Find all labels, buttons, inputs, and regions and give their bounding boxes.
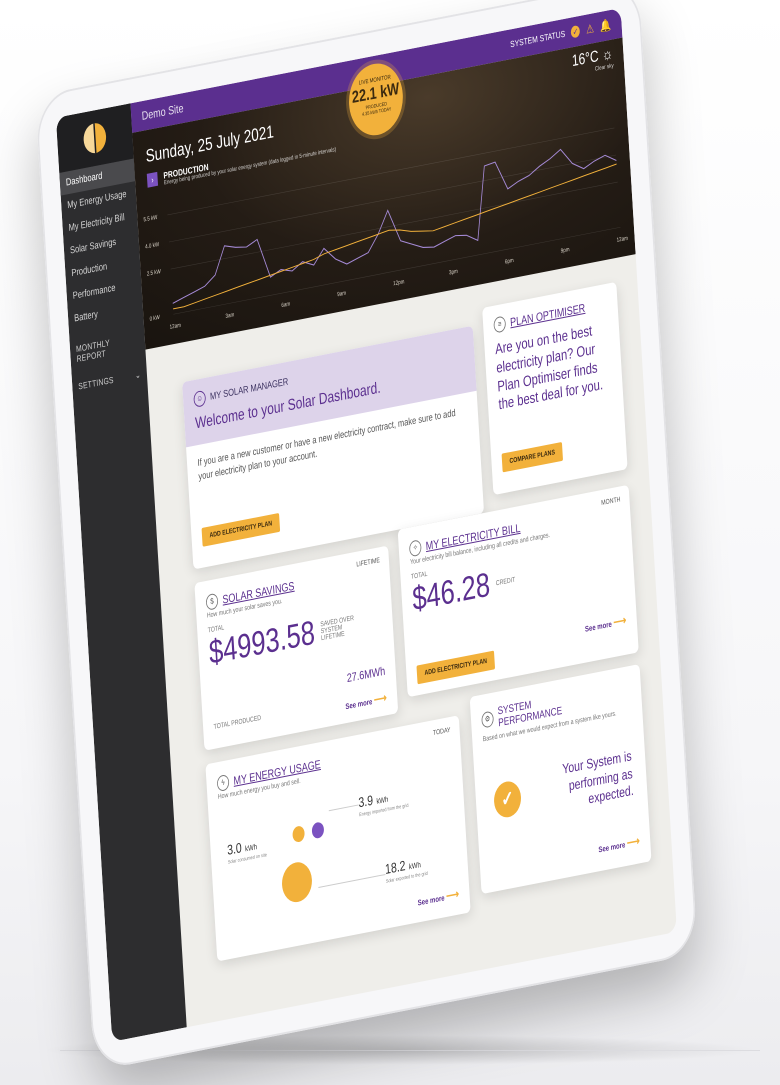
- bill-add-electricity-plan-button[interactable]: ADD ELECTRICITY PLAN: [416, 650, 495, 685]
- settings-label: SETTINGS: [78, 374, 114, 392]
- add-electricity-plan-button[interactable]: ADD ELECTRICITY PLAN: [201, 512, 281, 547]
- electricity-bill-credit: CREDIT: [495, 576, 516, 588]
- grid-export-unit: kWh: [408, 860, 422, 872]
- chart-x-tick: 9am: [337, 290, 347, 299]
- arrow-right-icon: ⟶: [626, 833, 641, 850]
- weather-icon: ☼: [601, 45, 614, 65]
- site-name[interactable]: Demo Site: [141, 101, 184, 123]
- grid-import-unit: kWh: [376, 794, 389, 806]
- solar-consumed-unit: kWh: [244, 842, 258, 854]
- chart-x-tick: 12am: [617, 235, 629, 244]
- chart-x-tick: 3pm: [449, 268, 459, 277]
- electricity-bill-see-more[interactable]: See more ⟶: [585, 613, 627, 635]
- electricity-bill-see-more-label: See more: [584, 619, 613, 634]
- warning-icon[interactable]: ⚠: [586, 21, 595, 36]
- grid-export-value: 18.2: [384, 857, 406, 877]
- energy-usage-see-more[interactable]: See more ⟶: [417, 887, 459, 909]
- performance-message: Your System is performing as expected.: [561, 747, 635, 807]
- solar-consumed-bubble: [292, 825, 306, 844]
- product-scene: Dashboard My Energy Usage My Electricity…: [0, 0, 780, 1085]
- system-status-label: SYSTEM STATUS: [509, 28, 566, 50]
- arrow-right-icon: ⟶: [445, 886, 460, 903]
- solar-savings-see-more-label: See more: [345, 697, 373, 712]
- import-connector: [328, 804, 359, 812]
- grid-export-bubble: [280, 859, 314, 905]
- weather-widget: 16°C ☼ Clear sky: [571, 45, 613, 77]
- plan-optimiser-card: ≡ PLAN OPTIMISER Are you on the best ele…: [482, 281, 628, 496]
- sun-logo-icon: [82, 121, 107, 156]
- grid-import-bubble: [311, 821, 325, 840]
- system-performance-card: ⚙ SYSTEM PERFORMANCE Based on what we wo…: [469, 664, 652, 895]
- plan-optimiser-icon: ≡: [493, 315, 507, 334]
- arrow-right-icon: ⟶: [373, 690, 388, 707]
- chart-x-tick: 9pm: [561, 247, 571, 256]
- solar-manager-avatar-icon: ☺: [193, 389, 207, 408]
- dashboard-screen: Dashboard My Energy Usage My Electricity…: [55, 7, 677, 1042]
- energy-icon: ϟ: [216, 773, 230, 793]
- chart-x-tick: 3am: [225, 312, 235, 321]
- energy-usage-card: TODAY ϟ MY ENERGY USAGE How much energy …: [205, 715, 471, 962]
- chart-x-tick: 6am: [281, 301, 291, 310]
- tablet: Dashboard My Energy Usage My Electricity…: [35, 0, 698, 1072]
- dashboard-cards: ☺ MY SOLAR MANAGER Welcome to your Solar …: [145, 254, 676, 1027]
- grid-import-value: 3.9: [357, 791, 374, 811]
- bell-icon[interactable]: 🔔: [600, 18, 612, 34]
- chart-x-tick: 6pm: [505, 257, 515, 266]
- solar-consumed-stat: 3.0 kWh Solar consumed on site: [226, 835, 267, 865]
- performance-check-icon: ✓: [493, 779, 523, 820]
- production-icon: ›: [146, 171, 159, 188]
- chart-y-tick: 2.5 kW: [147, 269, 161, 278]
- chevron-down-icon: ⌄: [134, 369, 142, 381]
- system-performance-see-more[interactable]: See more ⟶: [598, 834, 640, 856]
- solar-savings-card: LIFETIME $ SOLAR SAVINGS How much your s…: [194, 545, 399, 751]
- status-check-icon: ✓: [570, 24, 581, 39]
- chart-y-tick: 4.0 kW: [145, 241, 159, 250]
- main-content: Demo Site SYSTEM STATUS ✓ ⚠ 🔔 LIVE MONIT…: [130, 7, 676, 1027]
- chart-x-tick: 12pm: [393, 279, 405, 288]
- arrow-right-icon: ⟶: [613, 612, 627, 630]
- solar-savings-see-more[interactable]: See more ⟶: [345, 690, 387, 712]
- solar-manager-title: MY SOLAR MANAGER: [209, 376, 289, 403]
- compare-plans-button[interactable]: COMPARE PLANS: [501, 441, 563, 473]
- total-produced-label: TOTAL PRODUCED: [213, 714, 262, 731]
- tablet-frame: Dashboard My Energy Usage My Electricity…: [35, 0, 698, 1072]
- grid-export-stat: 18.2 kWh Solar exported to the grid: [385, 853, 428, 885]
- energy-usage-see-more-label: See more: [417, 893, 445, 908]
- solar-consumed-value: 3.0: [226, 839, 243, 858]
- total-produced-value: 27.6MWh: [346, 663, 386, 686]
- chart-x-tick: 12am: [170, 322, 182, 331]
- chart-y-tick: 0 kW: [149, 314, 160, 323]
- export-connector: [318, 873, 386, 889]
- system-performance-see-more-label: See more: [598, 840, 626, 855]
- chart-y-tick: 5.5 kW: [143, 214, 157, 223]
- grid-import-stat: 3.9 kWh Energy imported from the grid: [358, 785, 409, 818]
- coins-icon: $: [205, 592, 219, 611]
- solar-savings-amount-note: SAVED OVER SYSTEM LIFETIME: [320, 615, 355, 643]
- lightbulb-icon: ✧: [408, 539, 422, 558]
- performance-icon: ⚙: [481, 710, 495, 729]
